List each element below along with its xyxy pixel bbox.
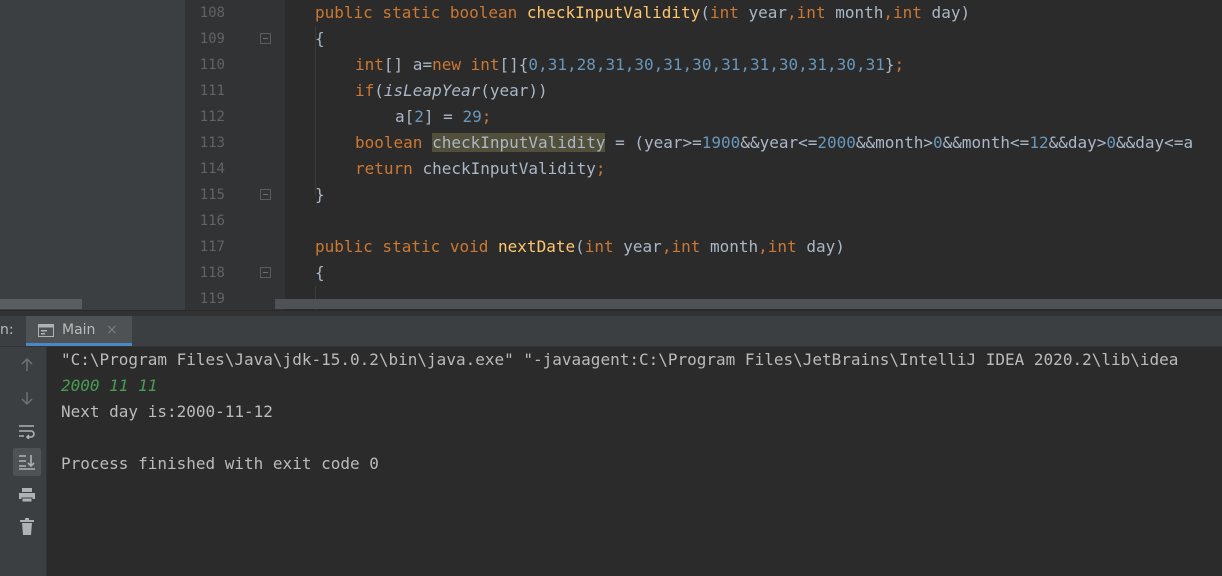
- project-panel-edge: [0, 0, 185, 310]
- close-icon[interactable]: ×: [106, 316, 118, 344]
- run-tool-window-header: n: Main ×: [0, 316, 1222, 347]
- code-line-110: int[] a=new int[]{0,31,28,31,30,31,30,31…: [355, 55, 905, 74]
- code-line-111: if(isLeapYear(year)): [355, 81, 548, 100]
- line-number: 113: [199, 135, 225, 151]
- line-number: 111: [199, 83, 225, 99]
- console-line: Process finished with exit code 0: [61, 454, 379, 473]
- up-arrow-icon[interactable]: [13, 351, 41, 379]
- fold-marker-icon[interactable]: [260, 189, 271, 200]
- line-number: 114: [199, 161, 225, 177]
- editor-horizontal-scrollbar[interactable]: [275, 299, 1222, 309]
- line-number: 118: [199, 265, 225, 281]
- run-label: n:: [0, 322, 14, 338]
- line-number: 116: [199, 213, 225, 229]
- project-panel-scrollbar[interactable]: [0, 299, 82, 309]
- line-number: 117: [199, 239, 225, 255]
- line-number: 119: [199, 291, 225, 307]
- console-user-input: 2000 11 11: [61, 376, 158, 395]
- line-number: 108: [199, 5, 225, 21]
- fold-marker-icon[interactable]: [260, 33, 271, 44]
- tab-main[interactable]: Main ×: [26, 316, 132, 346]
- code-line-117: public static void nextDate(int year,int…: [315, 237, 845, 256]
- trash-icon[interactable]: [13, 513, 41, 541]
- line-number: 115: [199, 187, 225, 203]
- console-line: Next day is:2000-11-12: [61, 402, 273, 421]
- code-line-109: {: [315, 29, 325, 48]
- down-arrow-icon[interactable]: [13, 384, 41, 412]
- code-line-113: boolean checkInputValidity = (year>=1900…: [355, 133, 1194, 152]
- variable-highlight: checkInputValidity: [432, 133, 606, 152]
- code-line-115: }: [315, 185, 325, 204]
- line-number: 110: [199, 57, 225, 73]
- code-editor[interactable]: public static boolean checkInputValidity…: [285, 0, 1222, 310]
- console-output[interactable]: "C:\Program Files\Java\jdk-15.0.2\bin\ja…: [47, 347, 1222, 576]
- fold-marker-icon[interactable]: [260, 267, 271, 278]
- print-icon[interactable]: [13, 481, 41, 509]
- console-line: "C:\Program Files\Java\jdk-15.0.2\bin\ja…: [61, 350, 1179, 369]
- console-toolbar: [0, 347, 47, 576]
- line-number: 109: [199, 31, 225, 47]
- soft-wrap-icon[interactable]: [13, 417, 41, 445]
- tab-main-label: Main: [62, 322, 96, 338]
- code-line-114: return checkInputValidity;: [355, 159, 606, 178]
- code-line-112: a[2] = 29;: [395, 107, 492, 126]
- code-line-118: {: [315, 263, 325, 282]
- line-number: 112: [199, 109, 225, 125]
- code-line-108: public static boolean checkInputValidity…: [315, 3, 971, 22]
- scroll-to-end-icon[interactable]: [13, 448, 41, 476]
- console-icon: [38, 324, 54, 337]
